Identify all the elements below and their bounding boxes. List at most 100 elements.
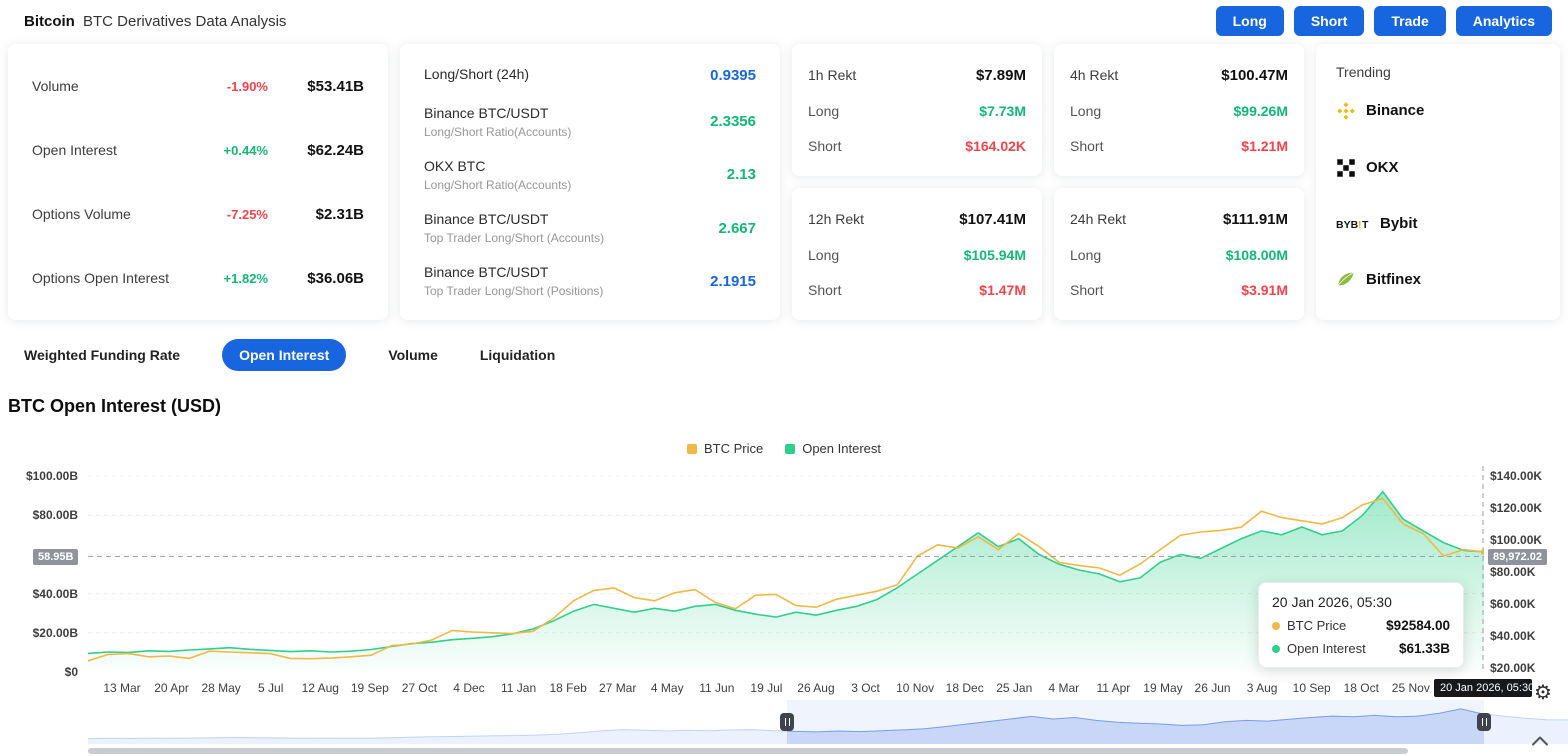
rekt-long-value: $99.26M xyxy=(1234,103,1288,119)
ratio-row[interactable]: Binance BTC/USDT Long/Short Ratio(Accoun… xyxy=(424,105,756,139)
trending-title: Trending xyxy=(1336,64,1540,80)
legend-item[interactable]: Open Interest xyxy=(785,441,881,456)
horizontal-scrollbar-thumb[interactable] xyxy=(88,748,1408,754)
metric-label: Volume xyxy=(32,78,184,94)
trending-item[interactable]: OKX xyxy=(1336,158,1540,178)
series-dot-icon xyxy=(1272,622,1280,630)
crosshair-date-badge: 20 Jan 2026, 05:30 xyxy=(1434,679,1532,697)
tab[interactable]: Weighted Funding Rate xyxy=(24,347,180,363)
ratio-label: Binance BTC/USDT xyxy=(424,264,603,280)
topbar: Bitcoin BTC Derivatives Data Analysis Lo… xyxy=(0,0,1568,42)
ratio-label: OKX BTC xyxy=(424,158,571,174)
exchange-name: OKX xyxy=(1366,159,1399,176)
page-title-secondary: BTC Derivatives Data Analysis xyxy=(83,13,286,30)
navigator-handle-left-icon[interactable] xyxy=(780,713,794,731)
navigator-mask-left xyxy=(88,700,787,744)
crosshair-right-badge: 89,972.02 xyxy=(1488,549,1547,565)
tooltip-value: $92584.00 xyxy=(1386,618,1450,633)
x-axis-label: 18 Oct xyxy=(1344,681,1379,695)
metric-change: +0.44% xyxy=(184,143,268,158)
x-axis-label: 27 Oct xyxy=(402,681,437,695)
nav-button[interactable]: Short xyxy=(1294,6,1365,36)
ratio-row[interactable]: Binance BTC/USDT Top Trader Long/Short (… xyxy=(424,264,756,298)
navigator-handle-right-icon[interactable] xyxy=(1477,713,1491,731)
y-axis-label: $80.00B xyxy=(0,509,78,521)
rekt-period-label: 1h Rekt xyxy=(808,67,856,83)
y-axis-label: $20.00K xyxy=(1490,662,1562,674)
rekt-long-value: $105.94M xyxy=(964,247,1026,263)
rekt-card: 12h Rekt $107.41M Long $105.94M Short $1… xyxy=(792,188,1042,320)
exchange-name: Bitfinex xyxy=(1366,271,1421,288)
nav-button[interactable]: Long xyxy=(1216,6,1284,36)
x-axis-label: 4 Dec xyxy=(453,681,484,695)
bybit-logo-icon: BYB!T xyxy=(1336,217,1370,231)
rekt-long-value: $7.73M xyxy=(979,103,1026,119)
ratio-label: Binance BTC/USDT xyxy=(424,105,571,121)
ratio-row[interactable]: Binance BTC/USDT Top Trader Long/Short (… xyxy=(424,211,756,245)
x-axis-label: 4 May xyxy=(651,681,684,695)
x-axis-label: 3 Aug xyxy=(1247,681,1278,695)
binance-logo-icon xyxy=(1336,101,1356,121)
legend-item[interactable]: BTC Price xyxy=(687,441,763,456)
y-axis-label: $40.00K xyxy=(1490,630,1562,642)
rekt-period-label: 24h Rekt xyxy=(1070,211,1126,227)
legend-label: BTC Price xyxy=(704,441,763,456)
chart-legend: BTC Price Open Interest xyxy=(0,441,1568,456)
y-axis-label: $120.00K xyxy=(1490,502,1562,514)
bitfinex-logo-icon xyxy=(1336,269,1356,289)
x-axis-label: 12 Aug xyxy=(302,681,339,695)
svg-text:!: ! xyxy=(1358,219,1362,231)
metric-value: $53.41B xyxy=(268,78,364,95)
rekt-long-label: Long xyxy=(808,247,839,263)
tooltip-row: BTC Price $92584.00 xyxy=(1272,618,1450,633)
settings-gear-icon[interactable]: ⚙ xyxy=(1534,680,1552,705)
rekt-total-value: $107.41M xyxy=(959,211,1026,228)
nav-button[interactable]: Trade xyxy=(1374,6,1445,36)
legend-swatch-icon xyxy=(687,444,697,454)
y-axis-right: $140.00K$120.00K$100.00K$80.00K$60.00K$4… xyxy=(1490,470,1562,674)
metric-row: Volume -1.90% $53.41B xyxy=(32,78,364,95)
x-axis-label: 26 Aug xyxy=(797,681,834,695)
y-axis-label: $40.00B xyxy=(0,588,78,600)
rekt-short-label: Short xyxy=(808,138,841,154)
rekt-short-value: $3.91M xyxy=(1241,282,1288,298)
x-axis-label: 19 Jul xyxy=(750,681,782,695)
rekt-card: 1h Rekt $7.89M Long $7.73M Short $164.02… xyxy=(792,44,1042,176)
ratio-row[interactable]: OKX BTC Long/Short Ratio(Accounts) 2.13 xyxy=(424,158,756,192)
tab[interactable]: Open Interest xyxy=(222,339,346,371)
x-axis-label: 11 Apr xyxy=(1096,681,1130,695)
x-axis-label: 26 Jun xyxy=(1195,681,1231,695)
legend-swatch-icon xyxy=(785,444,795,454)
x-axis-label: 19 Sep xyxy=(351,681,389,695)
x-axis-label: 18 Feb xyxy=(549,681,586,695)
chart-navigator[interactable] xyxy=(88,700,1568,744)
metric-value: $36.06B xyxy=(268,270,364,287)
x-axis: 13 Mar20 Apr28 May5 Jul12 Aug19 Sep27 Oc… xyxy=(88,681,1484,697)
rekt-long-value: $108.00M xyxy=(1226,247,1288,263)
x-axis-label: 3 Oct xyxy=(851,681,880,695)
trending-item[interactable]: Bitfinex xyxy=(1336,269,1540,289)
tooltip-row: Open Interest $61.33B xyxy=(1272,641,1450,656)
ratio-value: 2.667 xyxy=(718,220,756,237)
collapse-chevron-icon[interactable] xyxy=(1530,734,1550,753)
ratio-label: Binance BTC/USDT xyxy=(424,211,604,227)
nav-button[interactable]: Analytics xyxy=(1456,6,1552,36)
rekt-long-label: Long xyxy=(1070,103,1101,119)
ratio-sublabel: Top Trader Long/Short (Accounts) xyxy=(424,231,604,245)
navigator-selection[interactable] xyxy=(787,700,1484,744)
tab[interactable]: Liquidation xyxy=(480,347,555,363)
trending-item[interactable]: BYB!T Bybit xyxy=(1336,215,1540,232)
tab[interactable]: Volume xyxy=(388,347,438,363)
trending-item[interactable]: Binance xyxy=(1336,101,1540,121)
x-axis-label: 10 Sep xyxy=(1293,681,1331,695)
page-title: Bitcoin BTC Derivatives Data Analysis xyxy=(24,13,286,30)
ratio-value: 0.9395 xyxy=(710,67,756,84)
metric-change: -1.90% xyxy=(184,79,268,94)
rekt-card: 24h Rekt $111.91M Long $108.00M Short $3… xyxy=(1054,188,1304,320)
series-dot-icon xyxy=(1272,645,1280,653)
metric-label: Options Open Interest xyxy=(32,270,184,286)
tooltip-label: BTC Price xyxy=(1287,618,1346,633)
rekt-long-label: Long xyxy=(1070,247,1101,263)
ratio-row[interactable]: Long/Short (24h) 0.9395 xyxy=(424,66,756,86)
metric-change: +1.82% xyxy=(184,271,268,286)
